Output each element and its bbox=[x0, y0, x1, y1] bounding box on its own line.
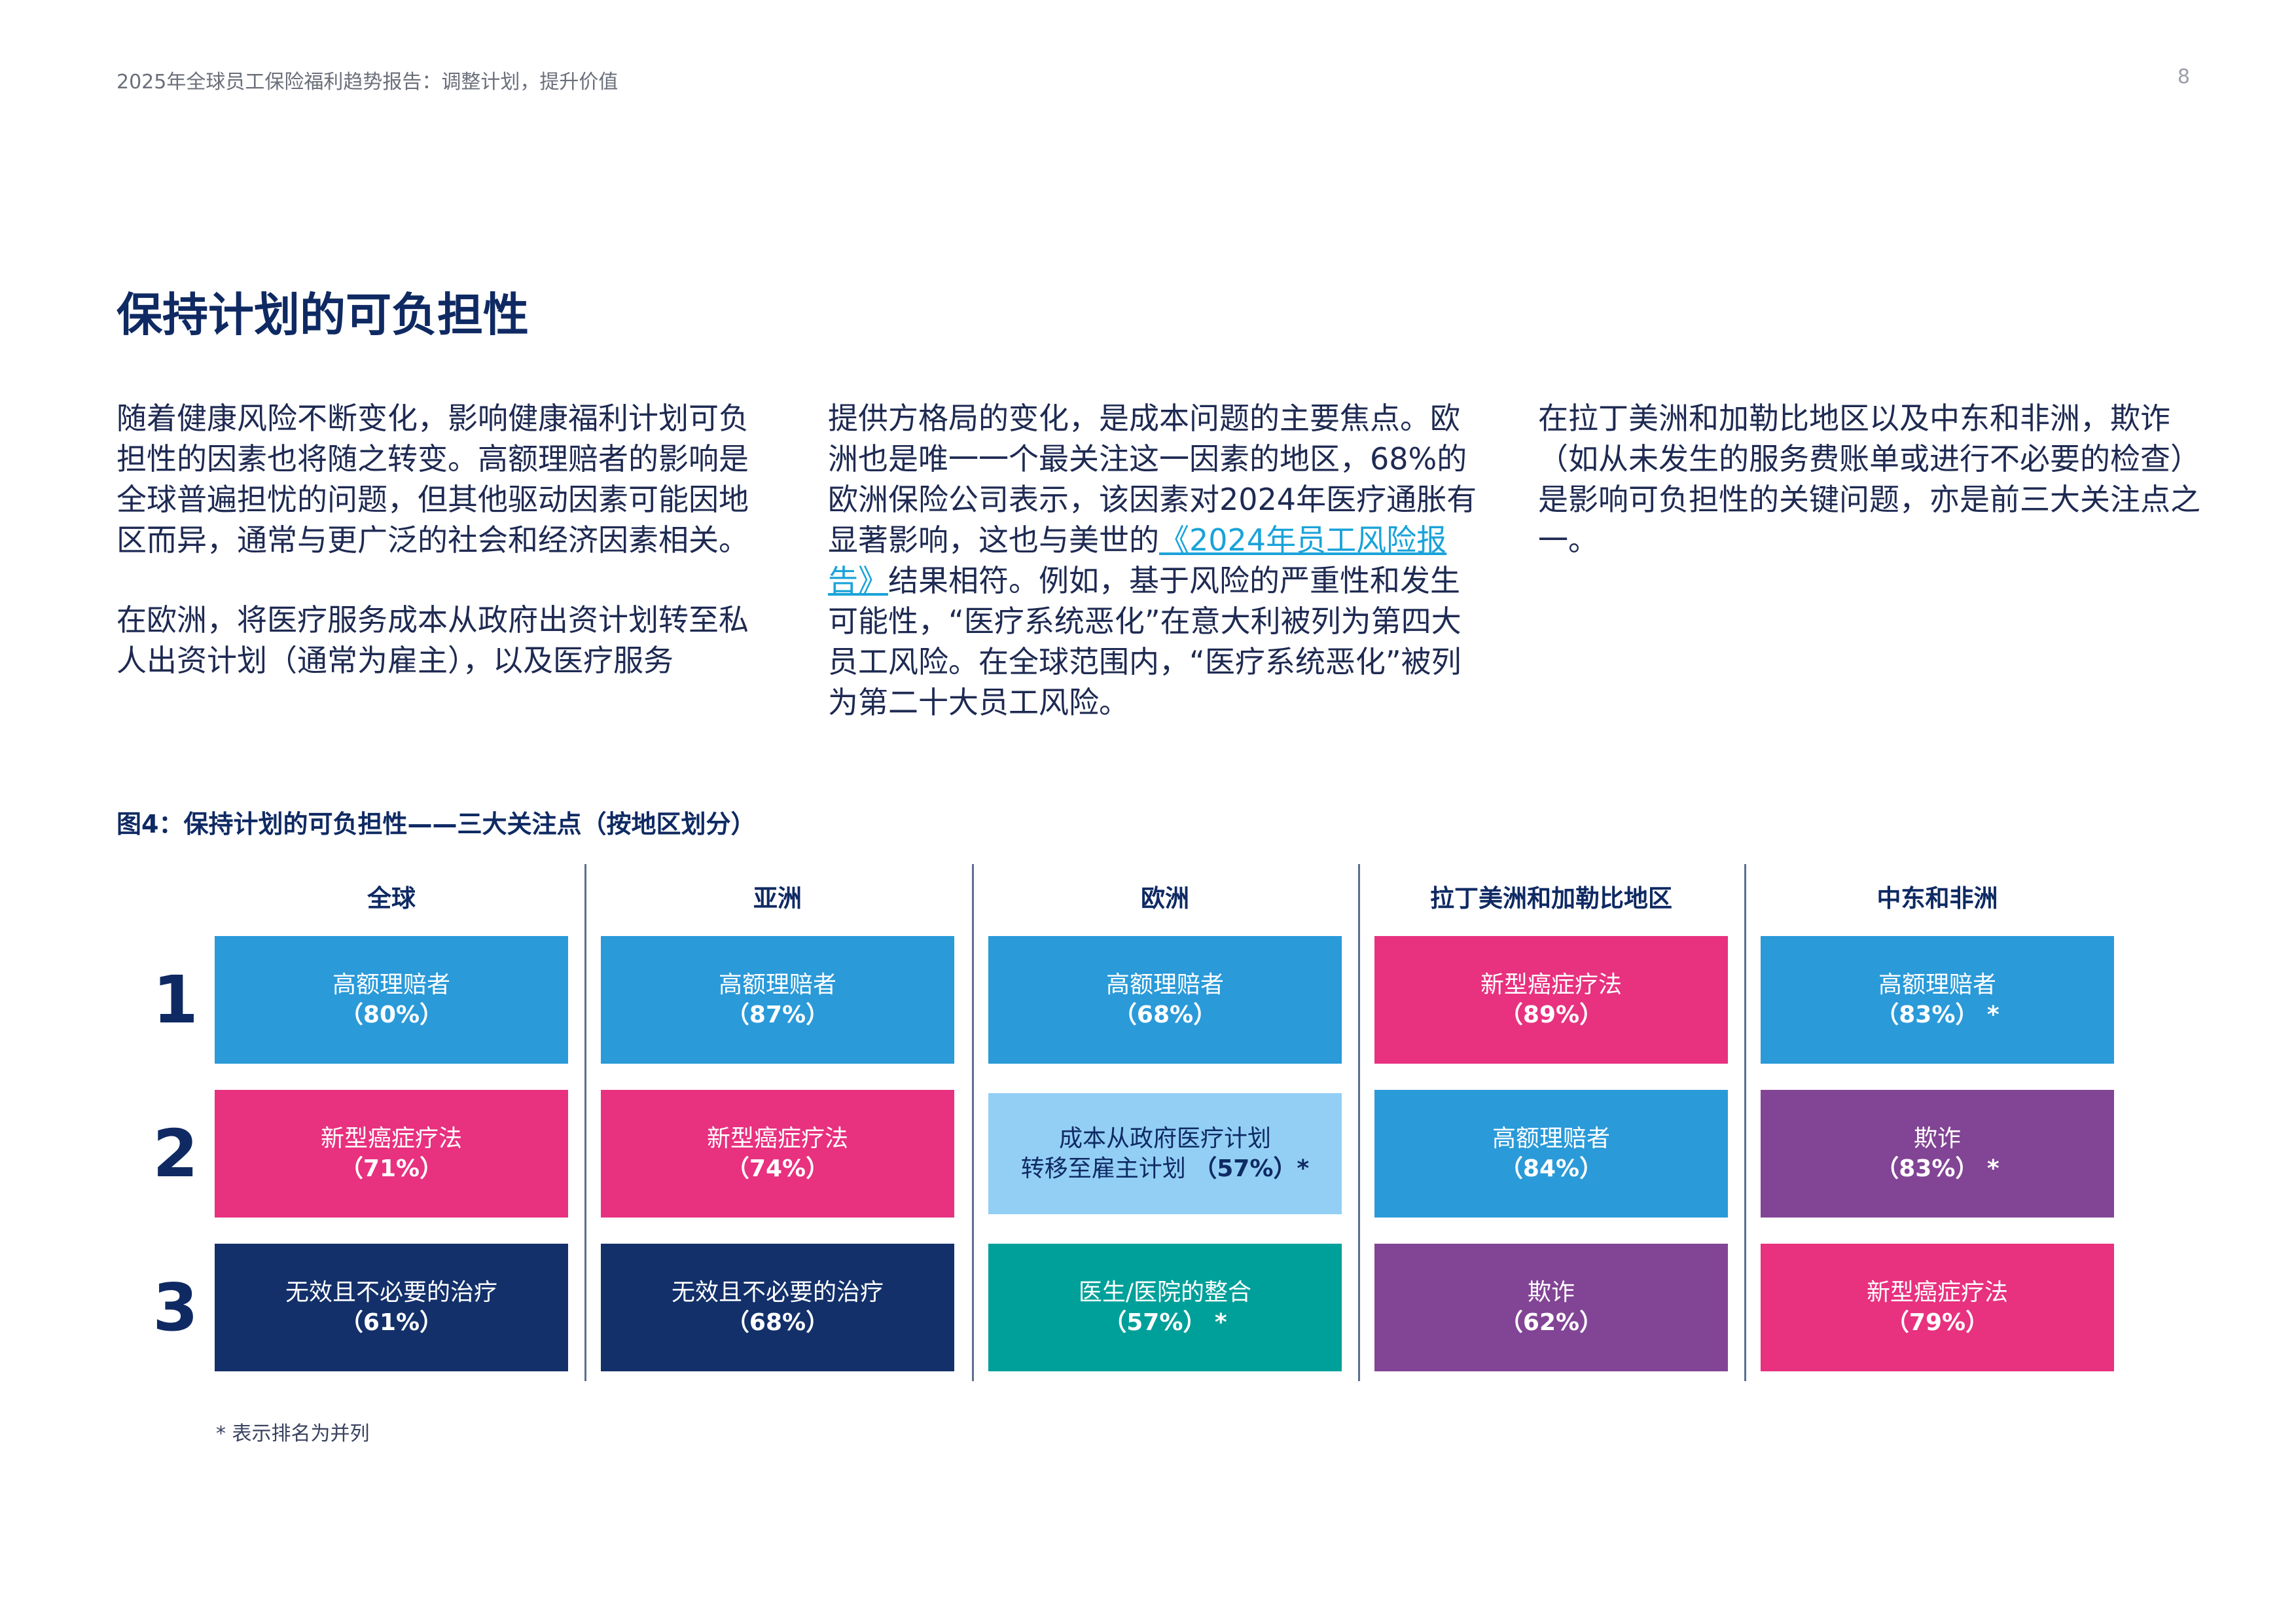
concern-label-text: 转移至雇主计划 bbox=[1020, 1155, 1194, 1182]
concern-cell: 高额理赔者 （80%） bbox=[215, 936, 568, 1064]
concern-label: 新型癌症疗法 bbox=[706, 1125, 848, 1152]
priority-table: 1 2 3 全球 高额理赔者 （80%） 新型癌症疗法 （71%） 无效且不必要的治疗 （61%）… bbox=[117, 864, 2178, 1388]
concern-label: 高额理赔者 bbox=[1492, 1125, 1610, 1152]
region-header: 拉丁美洲和加勒比地区 bbox=[1430, 884, 1672, 912]
text-column-1: 随着健康风险不断变化，影响健康福利计划可负担性的因素也将随之转变。高额理赔者的影… bbox=[117, 398, 778, 720]
concern-cell: 高额理赔者 （87%） bbox=[601, 936, 954, 1064]
concern-label: 无效且不必要的治疗 bbox=[285, 1278, 497, 1306]
concern-label: 成本从政府医疗计划 bbox=[1058, 1125, 1271, 1152]
rank-number: 2 bbox=[152, 1115, 198, 1192]
concern-percentage: （84%） bbox=[1499, 1155, 1604, 1182]
concern-cell: 无效且不必要的治疗 （61%） bbox=[215, 1244, 568, 1371]
figure-title: 图4：保持计划的可负担性——三大关注点（按地区划分） bbox=[117, 810, 756, 839]
rank-number: 1 bbox=[152, 962, 198, 1038]
concern-percentage: （83%） * bbox=[1875, 1155, 2000, 1182]
column-divider bbox=[1358, 864, 1360, 1381]
paragraph-text: 结果相符。例如，基于风险的严重性和发生可能性，“医疗系统恶化”在意大利被列为第四… bbox=[828, 563, 1462, 720]
text-column-2: 提供方格局的变化，是成本问题的主要焦点。欧洲也是唯一一个最关注这一因素的地区，6… bbox=[828, 398, 1489, 762]
concern-label: 欺诈 bbox=[1527, 1278, 1575, 1306]
region-header: 亚洲 bbox=[753, 884, 802, 912]
concern-cell: 欺诈 （83%） * bbox=[1761, 1090, 2114, 1218]
concern-percentage: （61%） bbox=[339, 1308, 444, 1336]
concern-cell: 欺诈 （62%） bbox=[1374, 1244, 1728, 1371]
concern-label: 医生/医院的整合 bbox=[1078, 1278, 1252, 1306]
column-divider bbox=[972, 864, 974, 1381]
concern-percentage: （89%） bbox=[1499, 1001, 1604, 1028]
footnote: * 表示排名为并列 bbox=[216, 1422, 370, 1445]
section-title: 保持计划的可负担性 bbox=[117, 288, 529, 342]
concern-label: 转移至雇主计划 （57%）* bbox=[1021, 1154, 1309, 1184]
concern-cell: 新型癌症疗法 （79%） bbox=[1761, 1244, 2114, 1371]
concern-label: 新型癌症疗法 bbox=[1480, 971, 1622, 998]
concern-label: 新型癌症疗法 bbox=[320, 1125, 462, 1152]
paragraph: 提供方格局的变化，是成本问题的主要焦点。欧洲也是唯一一个最关注这一因素的地区，6… bbox=[828, 398, 1489, 723]
concern-label: 高额理赔者 bbox=[718, 971, 836, 998]
concern-cell: 成本从政府医疗计划 转移至雇主计划 （57%）* bbox=[988, 1093, 1342, 1214]
concern-label: 高额理赔者 bbox=[1878, 971, 1996, 998]
column-divider bbox=[1744, 864, 1746, 1381]
concern-cell: 新型癌症疗法 （71%） bbox=[215, 1090, 568, 1218]
concern-percentage: （62%） bbox=[1499, 1308, 1604, 1336]
concern-cell: 高额理赔者 （68%） bbox=[988, 936, 1342, 1064]
concern-percentage: （57%）* bbox=[1193, 1155, 1310, 1182]
paragraph: 在拉丁美洲和加勒比地区以及中东和非洲，欺诈（如从未发生的服务费账单或进行不必要的… bbox=[1538, 401, 2200, 558]
paragraph: 随着健康风险不断变化，影响健康福利计划可负担性的因素也将随之转变。高额理赔者的影… bbox=[117, 401, 749, 558]
page-number: 8 bbox=[2177, 65, 2190, 88]
text-column-3: 在拉丁美洲和加勒比地区以及中东和非洲，欺诈（如从未发生的服务费账单或进行不必要的… bbox=[1538, 398, 2206, 600]
concern-percentage: （80%） bbox=[339, 1001, 444, 1028]
concern-cell: 高额理赔者 （84%） bbox=[1374, 1090, 1728, 1218]
concern-label: 新型癌症疗法 bbox=[1866, 1278, 2008, 1306]
concern-percentage: （71%） bbox=[339, 1155, 444, 1182]
concern-label: 高额理赔者 bbox=[332, 971, 450, 998]
concern-cell: 医生/医院的整合 （57%） * bbox=[988, 1244, 1342, 1371]
column-divider bbox=[584, 864, 586, 1381]
concern-percentage: （74%） bbox=[725, 1155, 830, 1182]
concern-percentage: （79%） bbox=[1885, 1308, 1990, 1336]
concern-percentage: （87%） bbox=[725, 1001, 830, 1028]
concern-label: 欺诈 bbox=[1913, 1125, 1961, 1152]
region-header: 中东和非洲 bbox=[1876, 884, 1998, 912]
concern-cell: 高额理赔者 （83%） * bbox=[1761, 936, 2114, 1064]
rank-number: 3 bbox=[152, 1269, 198, 1346]
region-header: 全球 bbox=[367, 884, 416, 912]
report-header-title: 2025年全球员工保险福利趋势报告：调整计划，提升价值 bbox=[117, 71, 619, 94]
concern-percentage: （83%） * bbox=[1875, 1001, 2000, 1028]
concern-cell: 新型癌症疗法 （74%） bbox=[601, 1090, 954, 1218]
paragraph: 在欧洲，将医疗服务成本从政府出资计划转至私人出资计划（通常为雇主），以及医疗服务 bbox=[117, 602, 749, 678]
concern-cell: 无效且不必要的治疗 （68%） bbox=[601, 1244, 954, 1371]
concern-cell: 新型癌症疗法 （89%） bbox=[1374, 936, 1728, 1064]
concern-percentage: （68%） bbox=[725, 1308, 830, 1336]
region-header: 欧洲 bbox=[1141, 884, 1189, 912]
concern-label: 高额理赔者 bbox=[1105, 971, 1224, 998]
concern-percentage: （57%） * bbox=[1103, 1308, 1227, 1336]
concern-percentage: （68%） bbox=[1113, 1001, 1217, 1028]
concern-label: 无效且不必要的治疗 bbox=[671, 1278, 884, 1306]
